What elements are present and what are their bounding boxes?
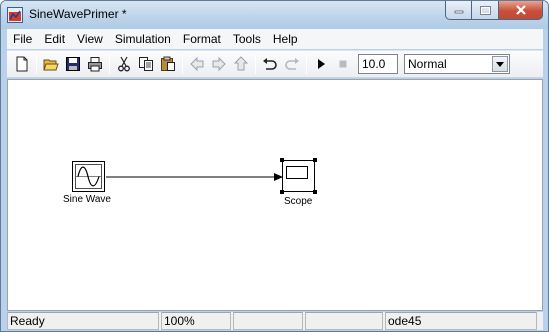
minimize-button[interactable]: [445, 1, 472, 20]
copy-icon: [139, 57, 153, 71]
stop-simulation-icon: [339, 60, 347, 68]
undo-button[interactable]: [259, 53, 281, 75]
back-icon: [190, 56, 204, 72]
simulation-mode-select[interactable]: Normal: [404, 54, 510, 74]
paste-icon: [161, 56, 175, 71]
simulink-window: SineWavePrimer * File Edit View Simulati…: [0, 0, 549, 332]
menu-view[interactable]: View: [71, 29, 109, 49]
sine-wave-block[interactable]: [72, 161, 106, 193]
print-model-button[interactable]: [84, 53, 106, 75]
maximize-icon: [479, 5, 491, 15]
status-state: Ready: [7, 312, 159, 330]
title-bar[interactable]: SineWavePrimer *: [1, 1, 548, 29]
menu-file[interactable]: File: [7, 29, 38, 49]
minimize-icon: [454, 10, 463, 14]
save-icon: [66, 57, 80, 71]
up-icon: [233, 56, 249, 71]
undo-icon: [263, 58, 277, 70]
status-zoom: 100%: [161, 312, 231, 330]
signal-line[interactable]: [106, 172, 284, 182]
new-icon: [16, 56, 28, 72]
menu-format[interactable]: Format: [177, 29, 227, 49]
status-bar: Ready 100% ode45: [7, 312, 543, 330]
menu-edit[interactable]: Edit: [38, 29, 71, 49]
menu-bar: File Edit View Simulation Format Tools H…: [7, 29, 543, 49]
toolbar: 10.0 Normal: [7, 50, 543, 78]
toolbar-separator: [36, 54, 37, 74]
toolbar-separator: [182, 54, 183, 74]
chevron-down-icon: [496, 61, 504, 67]
simulation-mode-value: Normal: [408, 57, 447, 71]
toolbar-separator: [255, 54, 256, 74]
window-controls: [445, 1, 543, 21]
cut-button[interactable]: [113, 53, 135, 75]
menu-tools[interactable]: Tools: [227, 29, 267, 49]
close-icon: [515, 5, 526, 15]
stop-time-input[interactable]: 10.0: [358, 54, 398, 74]
status-solver: ode45: [385, 312, 537, 330]
status-field-4: [305, 312, 383, 330]
toolbar-separator: [109, 54, 110, 74]
model-canvas[interactable]: Sine Wave Scope: [7, 79, 543, 311]
back-button[interactable]: [186, 53, 208, 75]
save-model-button[interactable]: [62, 53, 84, 75]
open-icon: [43, 59, 59, 71]
menu-help[interactable]: Help: [267, 29, 304, 49]
open-model-button[interactable]: [40, 53, 62, 75]
redo-button[interactable]: [281, 53, 303, 75]
status-field-3: [233, 312, 303, 330]
up-button[interactable]: [230, 53, 252, 75]
scope-label: Scope: [284, 196, 313, 207]
start-simulation-button[interactable]: [310, 53, 332, 75]
forward-icon: [212, 56, 226, 72]
dropdown-button[interactable]: [492, 56, 508, 72]
toolbar-separator: [306, 54, 307, 74]
maximize-button[interactable]: [472, 1, 499, 20]
copy-button[interactable]: [135, 53, 157, 75]
menu-simulation[interactable]: Simulation: [109, 29, 177, 49]
paste-button[interactable]: [157, 53, 179, 75]
forward-button[interactable]: [208, 53, 230, 75]
redo-icon: [285, 58, 299, 70]
sine-wave-label: Sine Wave: [63, 194, 111, 205]
window-title: SineWavePrimer *: [29, 7, 127, 21]
scope-block[interactable]: [280, 158, 318, 196]
cut-icon: [118, 56, 130, 72]
close-button[interactable]: [499, 1, 543, 20]
simulink-app-icon: [7, 7, 23, 23]
print-icon: [88, 57, 102, 72]
new-model-button[interactable]: [11, 53, 33, 75]
stop-simulation-button[interactable]: [332, 53, 354, 75]
start-simulation-icon: [318, 59, 325, 69]
